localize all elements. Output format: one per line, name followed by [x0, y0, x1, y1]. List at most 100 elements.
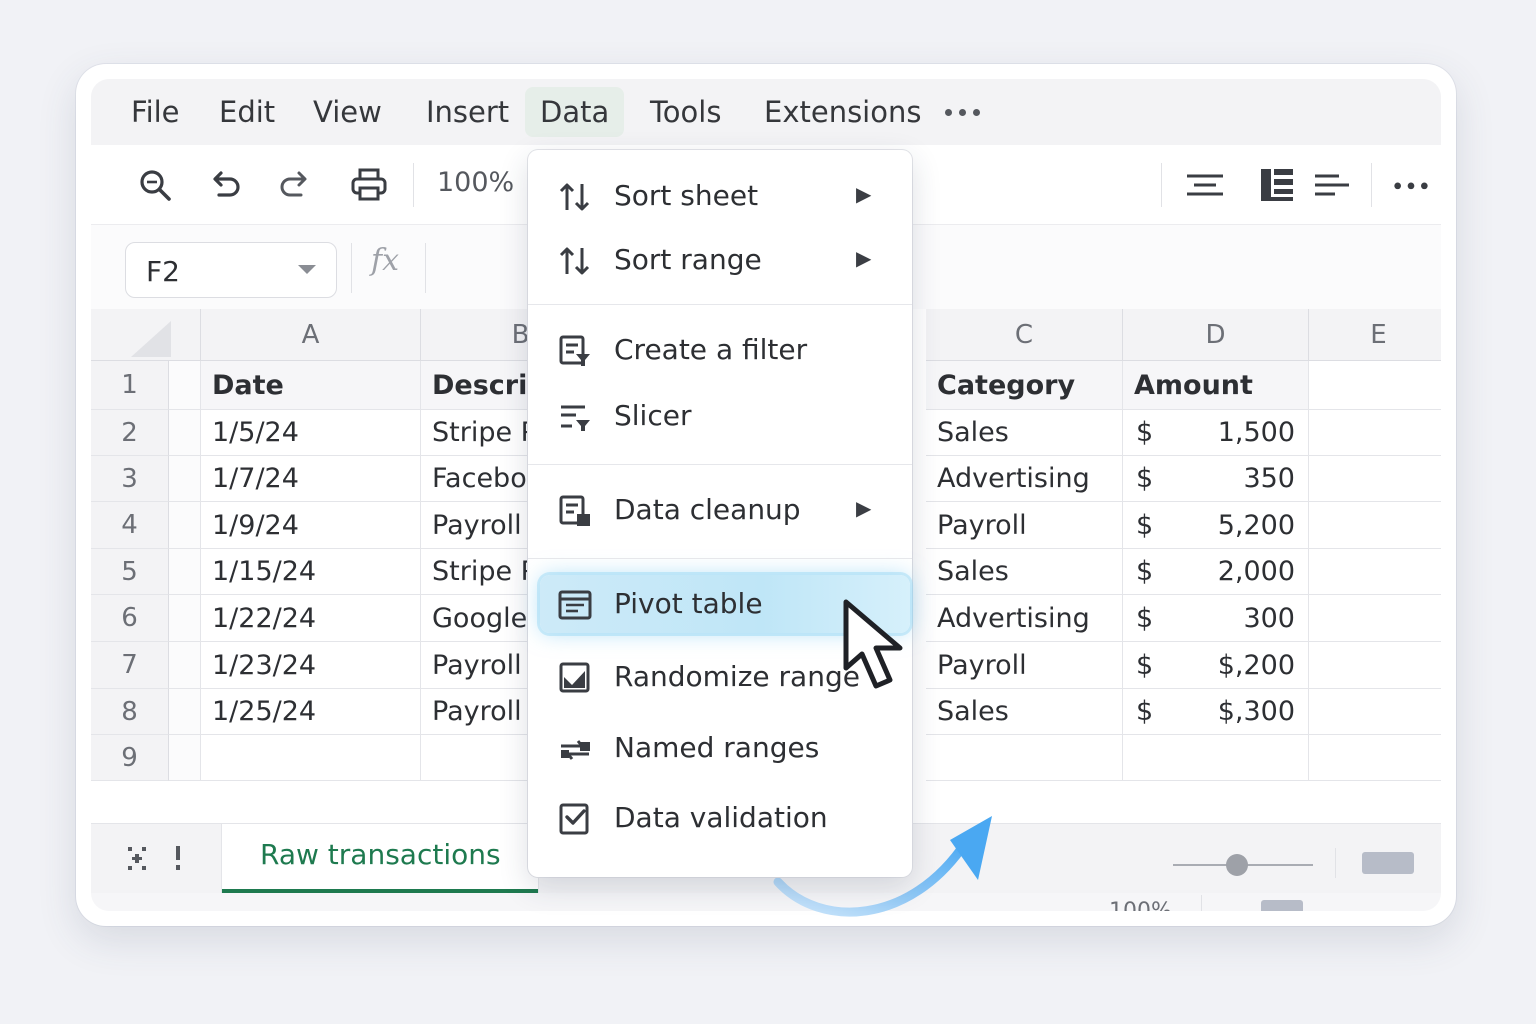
sheet-tab-raw-transactions[interactable]: Raw transactions: [221, 824, 539, 894]
cell-c3[interactable]: Advertising: [926, 456, 1123, 502]
row-gutter: [169, 410, 201, 456]
cell-a2[interactable]: 1/5/24: [201, 410, 421, 456]
cell-e6[interactable]: [1309, 595, 1441, 642]
cell-d4[interactable]: $5,200: [1123, 502, 1309, 549]
row-header[interactable]: 6: [91, 595, 169, 642]
cell-e1[interactable]: [1309, 361, 1441, 410]
zoom-select[interactable]: 100%: [437, 167, 514, 198]
cell-c8[interactable]: Sales: [926, 689, 1123, 735]
menu-edit[interactable]: Edit: [204, 87, 290, 137]
cell-c1[interactable]: Category: [926, 361, 1123, 410]
borders-icon[interactable]: [1257, 165, 1297, 205]
sheet-list-icon[interactable]: [173, 844, 183, 874]
menu-file[interactable]: File: [116, 87, 195, 137]
currency-symbol: $: [1136, 603, 1154, 634]
more-horizontal-icon[interactable]: [1391, 165, 1431, 205]
menu-item-create-filter[interactable]: Create a filter: [528, 320, 912, 380]
print-icon[interactable]: [349, 165, 389, 205]
row-header[interactable]: 3: [91, 456, 169, 502]
align-left-icon[interactable]: [1313, 165, 1353, 205]
amount-value: 300: [1243, 603, 1295, 634]
row-gutter: [169, 642, 201, 689]
sort-icon: [559, 183, 590, 211]
row-header[interactable]: 7: [91, 642, 169, 689]
search-icon[interactable]: [135, 165, 175, 205]
row-header[interactable]: 1: [91, 361, 169, 410]
align-center-icon[interactable]: [1185, 165, 1225, 205]
cell-e4[interactable]: [1309, 502, 1441, 549]
column-header-d[interactable]: D: [1123, 309, 1309, 361]
cell-e5[interactable]: [1309, 549, 1441, 595]
menu-more-icon[interactable]: [945, 109, 980, 116]
cell-e3[interactable]: [1309, 456, 1441, 502]
zoom-slider-thumb[interactable]: [1226, 854, 1248, 876]
cell-reference: F2: [146, 255, 180, 288]
cell-a4[interactable]: 1/9/24: [201, 502, 421, 549]
menu-item-named-ranges[interactable]: Named ranges: [528, 718, 912, 778]
row-header[interactable]: 5: [91, 549, 169, 595]
row-gutter: [169, 735, 201, 781]
pivot-table-icon: [558, 590, 592, 620]
cell-d1[interactable]: Amount: [1123, 361, 1309, 410]
menu-tools[interactable]: Tools: [635, 87, 736, 137]
select-all-corner[interactable]: [91, 309, 201, 361]
menu-insert[interactable]: Insert: [411, 87, 524, 137]
row-header[interactable]: 9: [91, 735, 169, 781]
cell-a1[interactable]: Date: [201, 361, 421, 410]
cell-c4[interactable]: Payroll: [926, 502, 1123, 549]
cell-a8[interactable]: 1/25/24: [201, 689, 421, 735]
menu-item-label: Sort sheet: [614, 179, 759, 212]
cell-a7[interactable]: 1/23/24: [201, 642, 421, 689]
cell-c9[interactable]: [926, 735, 1123, 781]
menu-item-sort-range[interactable]: Sort range ▶: [528, 230, 912, 290]
column-header-e[interactable]: E: [1309, 309, 1441, 361]
cell-d6[interactable]: $300: [1123, 595, 1309, 642]
sheet-tab-label: Raw transactions: [260, 838, 501, 871]
menu-extensions[interactable]: Extensions: [749, 87, 936, 137]
cell-d9[interactable]: [1123, 735, 1309, 781]
data-validation-icon: [559, 803, 589, 835]
menu-data[interactable]: Data: [525, 87, 625, 137]
name-box[interactable]: F2: [125, 242, 337, 298]
cell-c7[interactable]: Payroll: [926, 642, 1123, 689]
column-header-c[interactable]: C: [926, 309, 1123, 361]
cell-a6[interactable]: 1/22/24: [201, 595, 421, 642]
cell-e8[interactable]: [1309, 689, 1441, 735]
cell-a5[interactable]: 1/15/24: [201, 549, 421, 595]
zoom-status: 100%: [1109, 899, 1172, 911]
cell-d3[interactable]: $350: [1123, 456, 1309, 502]
toolbar-divider: [413, 163, 414, 207]
menu-item-data-validation[interactable]: Data validation: [528, 788, 912, 848]
toolbar-divider: [1371, 163, 1372, 207]
row-header[interactable]: 4: [91, 502, 169, 549]
column-header-a[interactable]: A: [201, 309, 421, 361]
cell-d5[interactable]: $2,000: [1123, 549, 1309, 595]
undo-icon[interactable]: [205, 165, 245, 205]
menu-item-label: Named ranges: [614, 731, 820, 764]
cell-e2[interactable]: [1309, 410, 1441, 456]
add-sheet-icon[interactable]: [125, 844, 151, 874]
menu-view[interactable]: View: [298, 87, 397, 137]
redo-icon[interactable]: [275, 165, 315, 205]
cell-a9[interactable]: [201, 735, 421, 781]
status-divider: [1335, 848, 1336, 878]
cell-d2[interactable]: $1,500: [1123, 410, 1309, 456]
menu-item-slicer[interactable]: Slicer: [528, 386, 912, 446]
menu-item-label: Pivot table: [614, 587, 763, 620]
view-toggle-button[interactable]: [1362, 852, 1414, 874]
data-menu-dropdown: Sort sheet ▶ Sort range ▶ Create a filte…: [528, 150, 912, 877]
cell-d7[interactable]: $ $,200: [1123, 642, 1309, 689]
cell-e7[interactable]: [1309, 642, 1441, 689]
cell-a3[interactable]: 1/7/24: [201, 456, 421, 502]
currency-symbol: $: [1136, 556, 1154, 587]
menu-item-data-cleanup[interactable]: Data cleanup ▶: [528, 480, 912, 540]
cell-c6[interactable]: Advertising: [926, 595, 1123, 642]
row-header[interactable]: 2: [91, 410, 169, 456]
cell-c5[interactable]: Sales: [926, 549, 1123, 595]
cell-c2[interactable]: Sales: [926, 410, 1123, 456]
menu-item-label: Create a filter: [614, 333, 808, 366]
menu-item-sort-sheet[interactable]: Sort sheet ▶: [528, 166, 912, 226]
cell-e9[interactable]: [1309, 735, 1441, 781]
cell-d8[interactable]: $ $,300: [1123, 689, 1309, 735]
row-header[interactable]: 8: [91, 689, 169, 735]
